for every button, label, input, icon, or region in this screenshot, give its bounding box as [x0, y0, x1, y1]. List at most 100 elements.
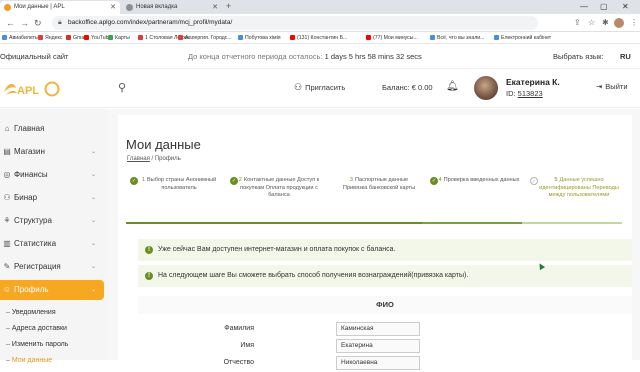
patronymic-field[interactable]: Николаевна — [336, 356, 420, 370]
bookmark-label: (77) Мои минусы... — [373, 35, 418, 41]
balance-display: Баланс: € 0.00 — [382, 83, 433, 92]
sidebar-subitem[interactable]: Мои данные — [6, 355, 52, 367]
step-3: 3 Паспортные данные Привязка банковской к… — [326, 177, 426, 219]
address-bar[interactable]: 🔒︎ backoffice.aplgo.com/index/partneram/… — [52, 16, 538, 30]
sidebar-item-home[interactable]: ⌂ Главная — [0, 119, 104, 139]
bell-icon[interactable]: 🔔︎ — [446, 81, 459, 92]
official-site-link[interactable]: Официальный сайт — [0, 45, 69, 69]
bookmark-favicon-icon — [84, 35, 89, 40]
bookmark-item[interactable]: Аллергия. Городс... — [178, 32, 232, 43]
bookmark-label: Побутова хімія — [245, 35, 281, 41]
user-name: Екатерина К. — [506, 77, 560, 87]
step-label: Контактные данные Доступ к покупкам Опла… — [240, 177, 320, 198]
profile-avatar-icon[interactable] — [614, 18, 624, 28]
info-icon: ! — [145, 272, 153, 280]
sidebar-item-label: Магазин — [14, 147, 45, 156]
close-tab-icon[interactable]: ✕ — [110, 1, 116, 14]
close-tab-icon[interactable]: ✕ — [212, 1, 218, 14]
check-circle-icon: ✓ — [130, 177, 138, 185]
share-icon[interactable]: ⇪ — [574, 17, 581, 29]
sidebar-item-label: Главная — [14, 124, 45, 133]
invite-button[interactable]: ⚇ Пригласить — [294, 82, 345, 93]
sidebar-item-stats[interactable]: ▥ Статистика ⌄ — [0, 234, 104, 254]
logout-icon: ⇥ — [596, 82, 603, 91]
language-select[interactable]: RU — [620, 45, 631, 69]
name-label: Имя — [240, 342, 254, 349]
reload-icon[interactable]: ↻ — [34, 17, 42, 29]
bookmark-label: Авиабилеты — [9, 35, 39, 41]
bookmarks-bar: Авиабилеты Яндекс Gmail YouTube Карты 1 Столо… — [0, 32, 640, 44]
user-id-number[interactable]: 513823 — [518, 89, 543, 98]
logout-button[interactable]: ⇥ Выйти — [596, 82, 628, 91]
bookmark-favicon-icon — [178, 35, 183, 40]
bookmark-item[interactable]: Всё, что вы знали... — [430, 32, 484, 43]
chevron-down-icon: ⌄ — [90, 172, 96, 178]
bookmark-item[interactable]: Авиабилеты — [2, 32, 39, 43]
close-window-icon[interactable]: ✕ — [622, 0, 629, 13]
chevron-down-icon: ⌄ — [90, 218, 96, 224]
user-id-label: ID: — [506, 89, 518, 98]
surname-field[interactable]: Каминская — [336, 322, 420, 336]
form-row-name: Имя Екатерина — [138, 339, 632, 355]
avatar[interactable] — [474, 76, 498, 100]
sidebar-item-finance[interactable]: ◎ Финансы ⌄ — [0, 165, 104, 185]
step-number: 2 — [238, 177, 242, 183]
site-favicon — [4, 4, 11, 11]
bookmark-item[interactable]: Карты — [108, 32, 130, 43]
bookmark-favicon-icon — [66, 35, 71, 40]
sidebar-subitem[interactable]: Изменить пароль — [6, 339, 69, 351]
extensions-icon[interactable]: ✱ — [602, 17, 609, 29]
bookmark-item[interactable]: (77) Мои минусы... — [366, 32, 418, 43]
name-field[interactable]: Екатерина — [336, 339, 420, 353]
menu-kebab-icon[interactable]: ⋮ — [630, 17, 638, 29]
step-text: 2 Контактные данные Доступ к покупкам Опл… — [226, 177, 326, 200]
sidebar-item-label: Структура — [14, 216, 52, 225]
browser-tab-newtab[interactable]: Новая вкладка ✕ — [122, 1, 222, 14]
sidebar-item-label: Регистрация — [14, 262, 61, 271]
bookmark-item[interactable]: Побутова хімія — [238, 32, 281, 43]
step-number: 5 — [554, 177, 558, 183]
profile-card: Мои данные Главная / Профиль ✓ 1 Выбор стр… — [118, 115, 632, 370]
sidebar-item-register[interactable]: ✎ Регистрация ⌄ — [0, 257, 104, 277]
step-label: Проверка введенных данных — [443, 177, 520, 183]
sidebar-item-label: Бинар — [14, 193, 38, 202]
step-label: Данные успешно идентифицированы Переводы… — [539, 177, 619, 198]
browser-tab-active[interactable]: Мои данные | APL ✕ — [0, 1, 120, 14]
sidebar-item-structure[interactable]: ⚘ Структура ⌄ — [0, 211, 104, 231]
bookmark-item[interactable]: Яндекс — [38, 32, 62, 43]
step-2: ✓ 2 Контактные данные Доступ к покупкам Оп… — [226, 177, 326, 219]
svg-text:APL: APL — [17, 85, 39, 97]
step-text: 1 Выбор страны Анонимный пользователь — [126, 177, 226, 192]
breadcrumb-current: Профиль — [154, 156, 181, 162]
check-circle-icon: ✓ — [230, 177, 238, 185]
info-alert-next-step: ! На следующем шаге Вы сможете выбрать с… — [138, 265, 632, 287]
sidebar-item-binar[interactable]: ⚇ Бинар ⌄ — [0, 188, 104, 208]
back-icon[interactable]: ← — [6, 17, 15, 29]
logout-label: Выйти — [605, 82, 628, 91]
bookmark-label: Карты — [115, 35, 130, 41]
sidebar-subitem[interactable]: Уведомления — [6, 307, 56, 319]
verification-steps: ✓ 1 Выбор страны Анонимный пользователь ✓ 2 К… — [126, 177, 622, 229]
search-icon[interactable]: ⚲ — [118, 81, 126, 94]
sidebar-subitem[interactable]: Адреса доставки — [6, 323, 67, 335]
page-title: Мои данные — [126, 137, 201, 152]
steps-progress-line — [126, 222, 622, 224]
sidebar-item-profile[interactable]: ☺ Профиль ⌄ — [0, 280, 104, 300]
forward-icon[interactable]: → — [20, 17, 29, 29]
aplgo-logo[interactable]: APL — [2, 78, 62, 100]
step-text: 5 Данные успешно идентифицированы Перевод… — [526, 177, 626, 200]
step-text: 3 Паспортные данные Привязка банковской к… — [326, 177, 426, 192]
sidebar-item-shop[interactable]: ▤ Магазин ⌄ — [0, 142, 104, 162]
language-label: Выбрать язык: — [553, 52, 604, 61]
info-icon: ! — [145, 246, 153, 254]
breadcrumb-home-link[interactable]: Главная — [127, 156, 150, 162]
minimize-icon[interactable]: — — [580, 0, 588, 13]
new-tab-button[interactable]: + — [226, 0, 231, 13]
maximize-icon[interactable]: ▢ — [600, 0, 608, 13]
url-text: backoffice.aplgo.com/index/partneram/mcj… — [68, 19, 233, 26]
bookmark-item[interactable]: Електронний кабінет — [494, 32, 551, 43]
bookmark-item[interactable]: (131) Константин Б... — [290, 32, 347, 43]
bookmark-star-icon[interactable]: ☆ — [588, 17, 595, 29]
steps-progress-done — [126, 222, 422, 224]
check-circle-icon: ✓ — [430, 177, 438, 185]
